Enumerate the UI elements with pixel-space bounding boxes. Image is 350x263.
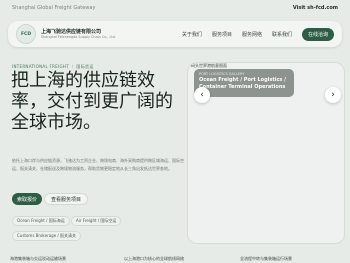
- chevron-left-icon: ‹: [200, 90, 204, 100]
- top-strip: Shanghai Global Freight Gateway Visit sh…: [0, 0, 350, 16]
- port-gallery: 码头世界港航意图面 PORT LOGISTICS GALLERY Ocean F…: [187, 62, 345, 244]
- main-nav: 关于我们 服务项目 服务网络 联系我们 在线洽询: [182, 27, 334, 41]
- logo-text: FCD: [20, 31, 32, 37]
- gallery-next-button[interactable]: ›: [325, 87, 341, 103]
- site-name: Shanghai Global Freight Gateway: [12, 5, 96, 11]
- caption-title: Ocean Freight / Port Logistics / Contain…: [199, 77, 286, 90]
- nav-item-about[interactable]: 关于我们: [182, 31, 202, 38]
- visit-site-link[interactable]: Visit sh-fcd.com: [293, 5, 338, 11]
- hero-headline: 把上海的供应链效率，交付到更广阔的全球市场。: [11, 70, 173, 133]
- company-logo[interactable]: FCD: [16, 24, 36, 44]
- thumbnail-caption-3[interactable]: 全流程中转与集装箱运行场景: [240, 256, 292, 262]
- nav-item-services[interactable]: 服务项目: [212, 31, 232, 38]
- brand-name-en: Shanghai Feichengda Supply Chain Co., Lt…: [41, 34, 116, 39]
- caption-kicker: PORT LOGISTICS GALLERY: [199, 72, 245, 76]
- gallery-prev-button[interactable]: ‹: [194, 87, 210, 103]
- tag-air-freight[interactable]: Air Freight / 国际空运: [71, 216, 122, 226]
- header-bar: FCD 上海飞驰达供应链有限公司 Shanghai Feichengda Sup…: [8, 21, 342, 47]
- nav-item-contact[interactable]: 联系我们: [272, 31, 292, 38]
- get-quote-button[interactable]: 索取报价: [12, 193, 43, 205]
- hero-description: 依托上海口岸与供应链资源，飞驰达为工贸企业、跨境电商、海外采购商提供跨区域海运、…: [12, 158, 184, 171]
- thumbnail-caption-1[interactable]: 海港集装箱与交运驳动运输场景: [10, 256, 66, 262]
- inquiry-button[interactable]: 在线洽询: [301, 27, 334, 41]
- bottom-thumbnail-strip: 海港集装箱与交运驳动运输场景 以上海港口为核心的全球航线网络 全流程中转与集装箱…: [0, 250, 350, 263]
- brand-block: 上海飞驰达供应链有限公司 Shanghai Feichengda Supply …: [41, 29, 116, 39]
- nav-item-network[interactable]: 服务网络: [242, 31, 262, 38]
- tag-customs-brokerage[interactable]: Customs Brokerage / 报关清关: [12, 231, 82, 241]
- thumbnail-caption-2[interactable]: 以上海港口为核心的全球航线网络: [124, 256, 184, 262]
- tag-ocean-freight[interactable]: Ocean Freight / 国际海运: [12, 216, 70, 226]
- chevron-right-icon: ›: [331, 90, 335, 100]
- view-services-button[interactable]: 查看服务项目: [44, 193, 89, 205]
